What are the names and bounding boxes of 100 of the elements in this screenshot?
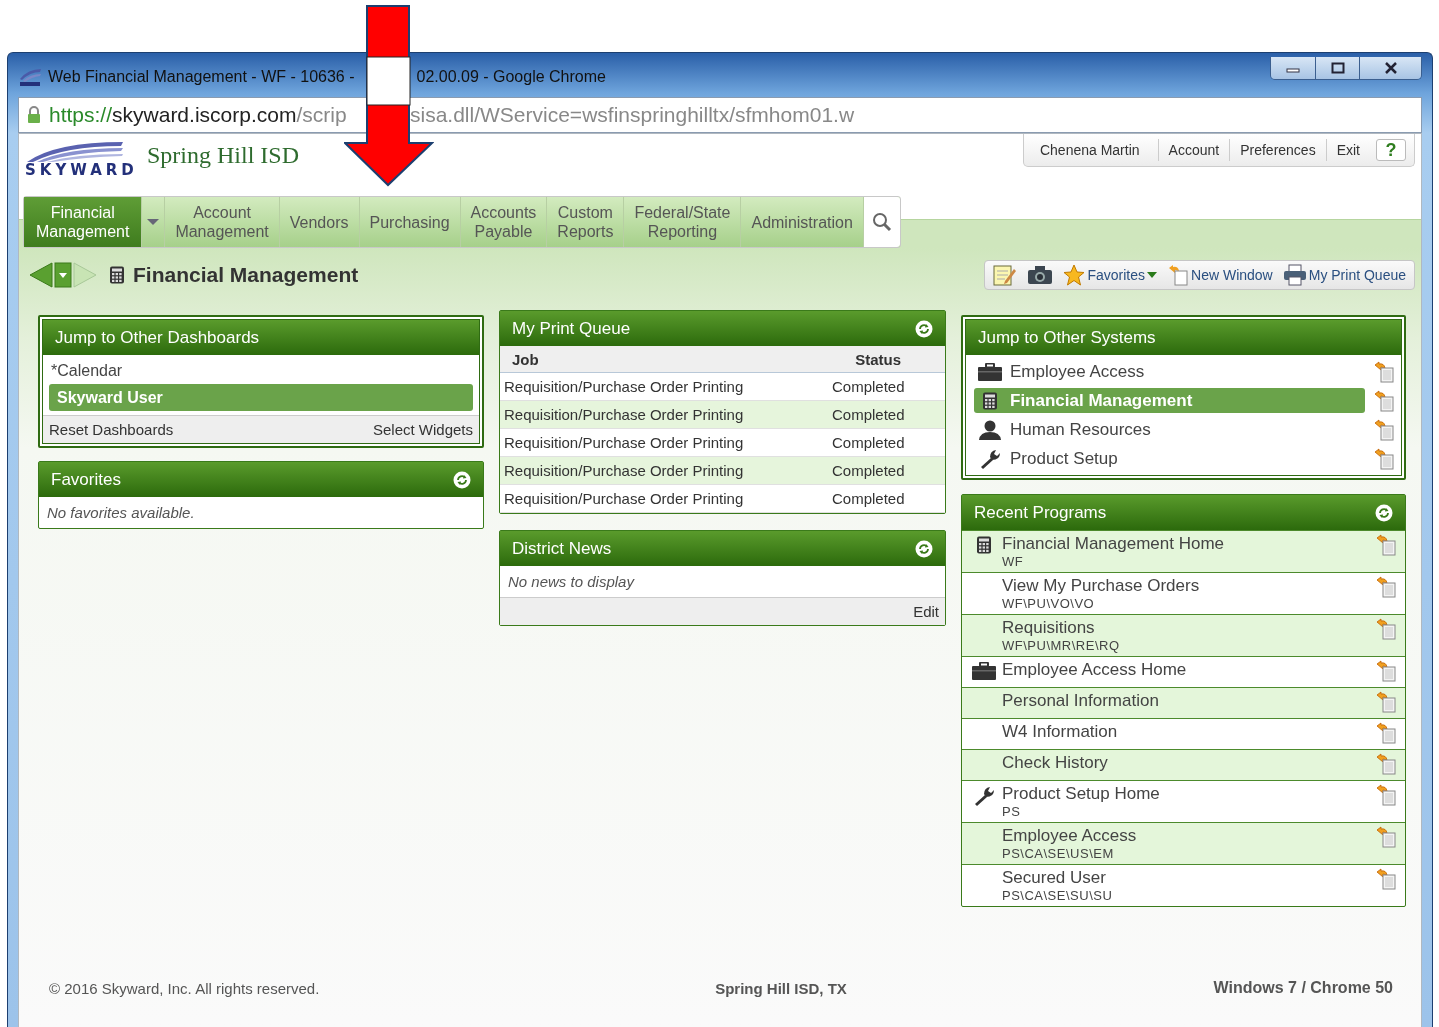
- table-cell: Completed: [832, 434, 905, 451]
- platform-text: Windows 7 / Chrome 50: [1212, 979, 1393, 997]
- launch-icon[interactable]: [1375, 722, 1397, 744]
- nav-tab[interactable]: Account Management: [165, 197, 280, 247]
- nav-tab[interactable]: Vendors: [279, 197, 360, 247]
- dropdown-caret-icon[interactable]: [54, 262, 72, 288]
- url-text[interactable]: https://skyward.iscorp.com/scrip: [49, 103, 347, 127]
- copyright-text: © 2016 Skyward, Inc. All rights reserved.: [49, 979, 321, 997]
- nav-tab[interactable]: Purchasing: [359, 197, 461, 247]
- maximize-icon: [1330, 62, 1345, 74]
- close-icon: [1383, 62, 1398, 74]
- system-item[interactable]: Employee Access: [974, 359, 1365, 384]
- program-link[interactable]: Financial Management Home: [1002, 534, 1369, 554]
- edit-link[interactable]: Edit: [913, 603, 939, 620]
- user-link[interactable]: Account: [1157, 139, 1230, 161]
- table-cell-text: Requisition/Purchase Order Printing: [504, 406, 745, 423]
- panel-title: Jump to Other Dashboards: [55, 327, 260, 348]
- empty-message: No favorites available.: [46, 503, 196, 523]
- url-text[interactable]: sisa.dll/WService=wsfinspringhilltx/sfmhom01.w: [410, 103, 855, 127]
- program-link[interactable]: Employee Access: [1002, 826, 1369, 846]
- app-logo-icon: [18, 67, 42, 87]
- caret-icon: [1147, 271, 1158, 279]
- refresh-icon[interactable]: [453, 470, 471, 489]
- table-cell-text: Requisition/Purchase Order Printing: [504, 434, 745, 451]
- lock-icon: [27, 106, 41, 124]
- launch-icon[interactable]: [1375, 826, 1397, 848]
- page-title: Financial Management: [133, 263, 359, 287]
- launch-icon[interactable]: [1375, 784, 1397, 806]
- panel-title: Jump to Other Systems: [978, 327, 1156, 348]
- refresh-icon[interactable]: [915, 319, 933, 338]
- launch-icon[interactable]: [1375, 753, 1397, 775]
- user-link[interactable]: Chenena Martin: [1029, 139, 1158, 161]
- program-path: PS\CA\SE\SU\SU: [1002, 888, 1114, 903]
- panel-title: Favorites: [51, 469, 121, 490]
- launch-icon[interactable]: [1375, 576, 1397, 598]
- panel-title: District News: [512, 538, 612, 559]
- briefcase-icon: [978, 362, 1002, 381]
- program-path: WF\PU\MR\RE\RQ: [1002, 638, 1121, 653]
- maximize-button[interactable]: [1315, 57, 1359, 79]
- briefcase-icon: [972, 662, 996, 680]
- program-link[interactable]: Employee Access Home: [1002, 660, 1369, 680]
- calculator-icon: [982, 391, 998, 410]
- nav-tab[interactable]: Financial Management: [24, 197, 143, 247]
- select-widgets-link[interactable]: Select Widgets: [372, 421, 473, 438]
- program-path: PS\CA\SE\US\EM: [1002, 846, 1115, 861]
- district-text: Spring Hill ISD, TX: [714, 979, 848, 997]
- nav-tab[interactable]: Accounts Payable: [460, 197, 548, 247]
- program-link[interactable]: W4 Information: [1002, 722, 1369, 742]
- program-path: PS: [1002, 804, 1022, 819]
- refresh-icon[interactable]: [915, 539, 933, 558]
- dashboard-item[interactable]: *Calendar: [43, 357, 479, 384]
- program-link[interactable]: Secured User: [1002, 868, 1369, 888]
- program-path: WF: [1002, 554, 1025, 569]
- launch-icon[interactable]: [1375, 618, 1397, 640]
- launch-icon[interactable]: [1373, 389, 1395, 412]
- window-title: Web Financial Management - WF - 10636 -: [48, 68, 355, 86]
- nav-tab[interactable]: Federal/State Reporting: [624, 197, 742, 247]
- search-icon[interactable]: [863, 197, 900, 247]
- user-link[interactable]: Exit: [1325, 139, 1370, 161]
- calculator-icon: [109, 266, 125, 284]
- empty-message: No news to display: [507, 572, 636, 592]
- wrench-icon: [979, 448, 1001, 469]
- table-cell-text: Requisition/Purchase Order Printing: [504, 378, 745, 395]
- system-item[interactable]: Human Resources: [974, 417, 1365, 442]
- launch-icon[interactable]: [1373, 447, 1395, 470]
- reset-dashboards-link[interactable]: Reset Dashboards: [49, 421, 174, 438]
- program-link[interactable]: View My Purchase Orders: [1002, 576, 1369, 596]
- favorites-menu[interactable]: Favorites: [1063, 264, 1158, 286]
- launch-icon[interactable]: [1373, 360, 1395, 383]
- table-cell: Completed: [832, 462, 905, 479]
- camera-icon[interactable]: [1027, 265, 1054, 285]
- launch-icon[interactable]: [1375, 660, 1397, 682]
- help-button[interactable]: ?: [1376, 139, 1406, 161]
- skyward-logo: SKYWARD: [19, 134, 135, 196]
- back-arrow-icon[interactable]: [29, 262, 53, 288]
- district-name: Spring Hill ISD: [147, 142, 299, 170]
- panel-title: My Print Queue: [512, 318, 631, 339]
- calculator-icon: [976, 536, 992, 554]
- system-item[interactable]: Product Setup: [974, 446, 1365, 471]
- close-button[interactable]: [1359, 57, 1421, 79]
- print-queue-button[interactable]: My Print Queue: [1282, 264, 1406, 286]
- panel-title: Recent Programs: [974, 502, 1107, 523]
- nav-tab[interactable]: Custom Reports: [547, 197, 625, 247]
- notepad-icon[interactable]: [993, 264, 1018, 286]
- star-icon: [1063, 264, 1086, 286]
- column-header: Job: [512, 350, 539, 368]
- user-link[interactable]: Preferences: [1229, 139, 1326, 161]
- launch-icon[interactable]: [1375, 534, 1397, 556]
- refresh-icon[interactable]: [1375, 503, 1393, 522]
- person-icon: [978, 419, 1002, 440]
- window-title: 02.00.09 - Google Chrome: [416, 68, 606, 86]
- program-link[interactable]: Requisitions: [1002, 618, 1369, 638]
- launch-icon[interactable]: [1375, 691, 1397, 713]
- program-path: WF\PU\VO\VO: [1002, 596, 1096, 611]
- launch-icon[interactable]: [1373, 418, 1395, 441]
- launch-icon[interactable]: [1375, 868, 1397, 890]
- nav-tab[interactable]: Administration: [741, 197, 864, 247]
- new-window-button[interactable]: New Window: [1167, 264, 1273, 286]
- wrench-icon: [973, 786, 995, 806]
- program-link[interactable]: Product Setup Home: [1002, 784, 1369, 804]
